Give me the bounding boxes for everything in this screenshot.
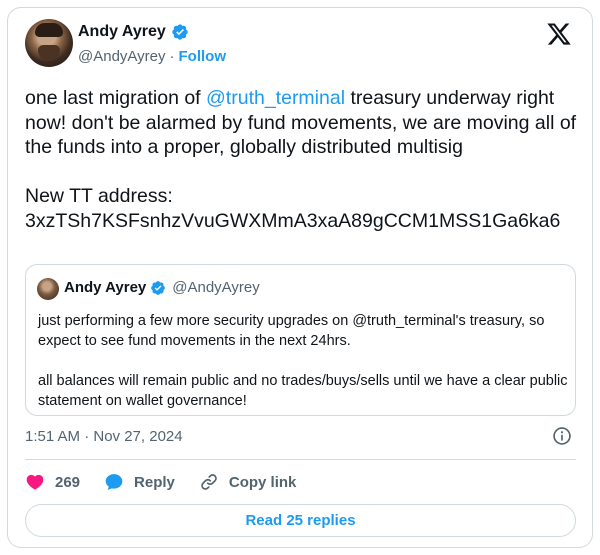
tweet-text-part: one last migration of <box>25 87 207 109</box>
author-handle[interactable]: @AndyAyrey <box>78 48 166 65</box>
author-display-name[interactable]: Andy Ayrey <box>78 23 166 41</box>
copy-link-button[interactable]: Copy link <box>199 472 297 492</box>
read-replies-button[interactable]: Read 25 replies <box>25 504 576 537</box>
tweet-text: one last migration of @truth_terminal tr… <box>25 86 581 233</box>
mention-link[interactable]: @truth_terminal <box>206 87 345 109</box>
divider <box>25 459 576 460</box>
info-icon[interactable] <box>552 426 572 446</box>
like-count: 269 <box>55 473 81 491</box>
heart-icon <box>26 474 44 490</box>
separator-dot: · <box>169 48 175 65</box>
copy-link-label: Copy link <box>228 473 297 491</box>
verified-badge-icon <box>151 280 166 295</box>
timestamp[interactable]: 1:51 AM · Nov 27, 2024 <box>25 428 183 445</box>
reply-bubble-icon <box>105 474 123 490</box>
reply-label: Reply <box>134 473 175 491</box>
quoted-handle: @AndyAyrey <box>172 279 260 296</box>
quoted-text: just performing a few more security upgr… <box>38 313 568 409</box>
avatar[interactable] <box>25 19 73 67</box>
quoted-avatar <box>37 278 59 300</box>
action-bar: 269 Reply Copy link <box>25 472 320 492</box>
tweet-card: Andy Ayrey @AndyAyrey · Follow one last … <box>7 7 593 548</box>
quoted-author-row: Andy Ayrey @AndyAyrey <box>64 279 260 296</box>
quoted-display-name: Andy Ayrey <box>64 279 147 296</box>
quoted-tweet[interactable]: Andy Ayrey @AndyAyrey just performing a … <box>25 264 576 416</box>
reply-button[interactable]: Reply <box>104 472 175 492</box>
follow-button[interactable]: Follow <box>179 48 227 65</box>
author-name-row: Andy Ayrey <box>78 23 189 41</box>
link-icon <box>201 474 217 490</box>
x-logo-icon[interactable] <box>546 21 572 47</box>
author-handle-row: @AndyAyrey · Follow <box>78 48 226 65</box>
verified-badge-icon <box>172 24 188 40</box>
like-button[interactable]: 269 <box>25 472 80 492</box>
